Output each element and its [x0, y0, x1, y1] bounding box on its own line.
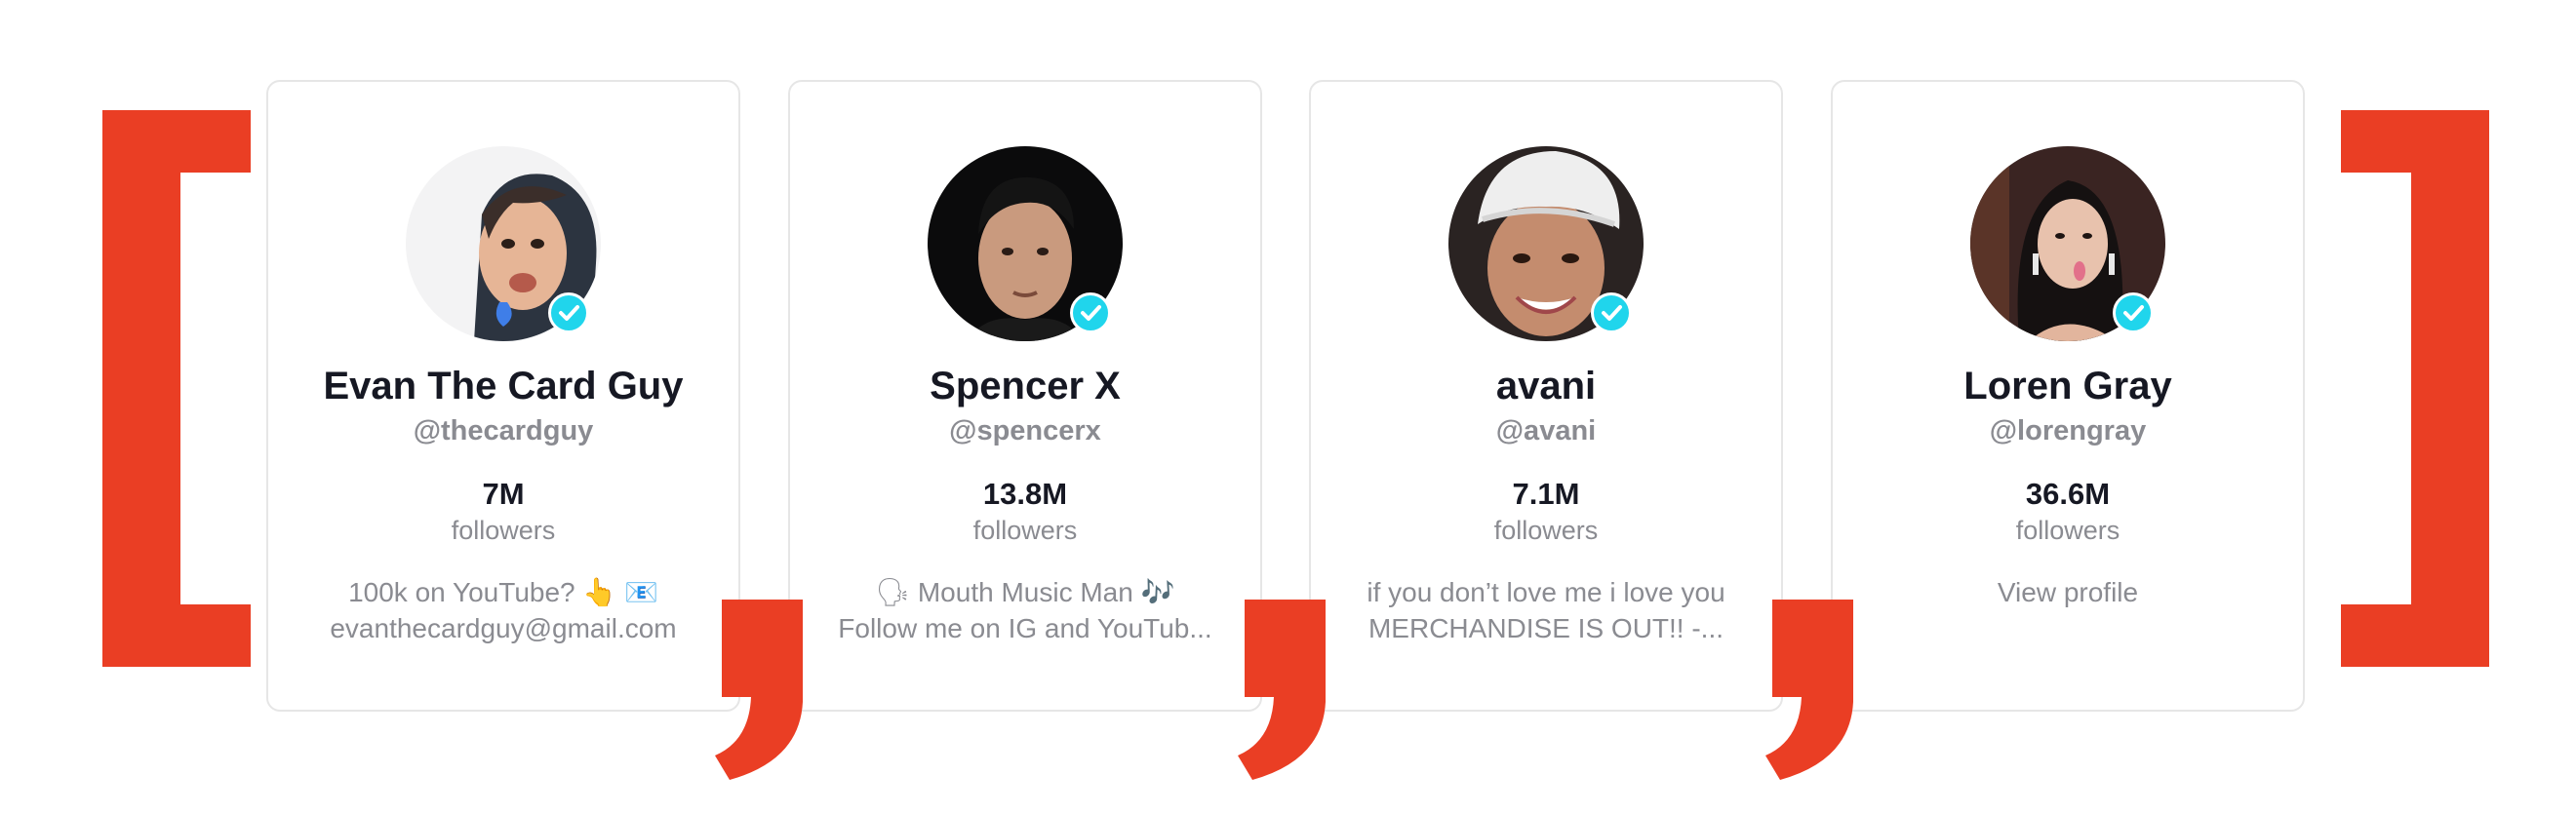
- creator-handle: @lorengray: [1989, 415, 2147, 446]
- followers-label: followers: [2015, 516, 2120, 545]
- followers-label: followers: [972, 516, 1078, 545]
- avatar-wrap: [1448, 146, 1644, 341]
- creator-name: Loren Gray: [1963, 365, 2172, 407]
- followers-count: 7M: [482, 477, 525, 511]
- creator-handle: @avani: [1495, 415, 1597, 446]
- view-profile-link[interactable]: View profile: [1860, 574, 2276, 610]
- verified-badge-icon: [2113, 292, 2154, 333]
- creator-card-avani[interactable]: avani @avani 7.1M followers if you don’t…: [1309, 80, 1783, 712]
- followers-count: 13.8M: [982, 477, 1068, 511]
- bio-line: evanthecardguy@gmail.com: [330, 613, 677, 643]
- bio-line: MERCHANDISE IS OUT!! -...: [1367, 613, 1724, 643]
- followers-label: followers: [1493, 516, 1599, 545]
- creator-card-spencer[interactable]: Spencer X @spencerx 13.8M followers 🗣 Mo…: [788, 80, 1262, 712]
- bio-line: 100k on YouTube? 👆 📧: [348, 577, 658, 607]
- view-profile-label[interactable]: View profile: [1860, 574, 2276, 610]
- bio-line: 🗣 Mouth Music Man 🎶: [875, 577, 1175, 607]
- followers-count: 36.6M: [2025, 477, 2111, 511]
- creator-bio: 🗣 Mouth Music Man 🎶 Follow me on IG and …: [817, 574, 1233, 646]
- avatar-wrap: [1970, 146, 2165, 341]
- creator-bio: if you don’t love me i love you MERCHAND…: [1338, 574, 1754, 646]
- verified-badge-icon: [1591, 292, 1632, 333]
- creator-handle: @thecardguy: [413, 415, 594, 446]
- followers-count: 7.1M: [1512, 477, 1580, 511]
- creator-name: Spencer X: [930, 365, 1121, 407]
- creator-card-loren[interactable]: Loren Gray @lorengray 36.6M followers Vi…: [1831, 80, 2305, 712]
- followers-label: followers: [451, 516, 556, 545]
- creator-card-evan[interactable]: Evan The Card Guy @thecardguy 7M followe…: [266, 80, 740, 712]
- creator-handle: @spencerx: [949, 415, 1101, 446]
- avatar-wrap: [928, 146, 1123, 341]
- comma-mark-icon: [1765, 600, 1853, 780]
- comma-mark-icon: [715, 600, 803, 780]
- avatar-wrap: [406, 146, 601, 341]
- bio-line: if you don’t love me i love you: [1367, 577, 1725, 607]
- creator-name: avani: [1495, 365, 1597, 407]
- comma-mark-icon: [1238, 600, 1326, 780]
- bio-line: Follow me on IG and YouTub...: [838, 613, 1212, 643]
- verified-badge-icon: [548, 292, 589, 333]
- verified-badge-icon: [1070, 292, 1111, 333]
- creator-name: Evan The Card Guy: [323, 365, 684, 407]
- creator-bio: 100k on YouTube? 👆 📧 evanthecardguy@gmai…: [296, 574, 711, 646]
